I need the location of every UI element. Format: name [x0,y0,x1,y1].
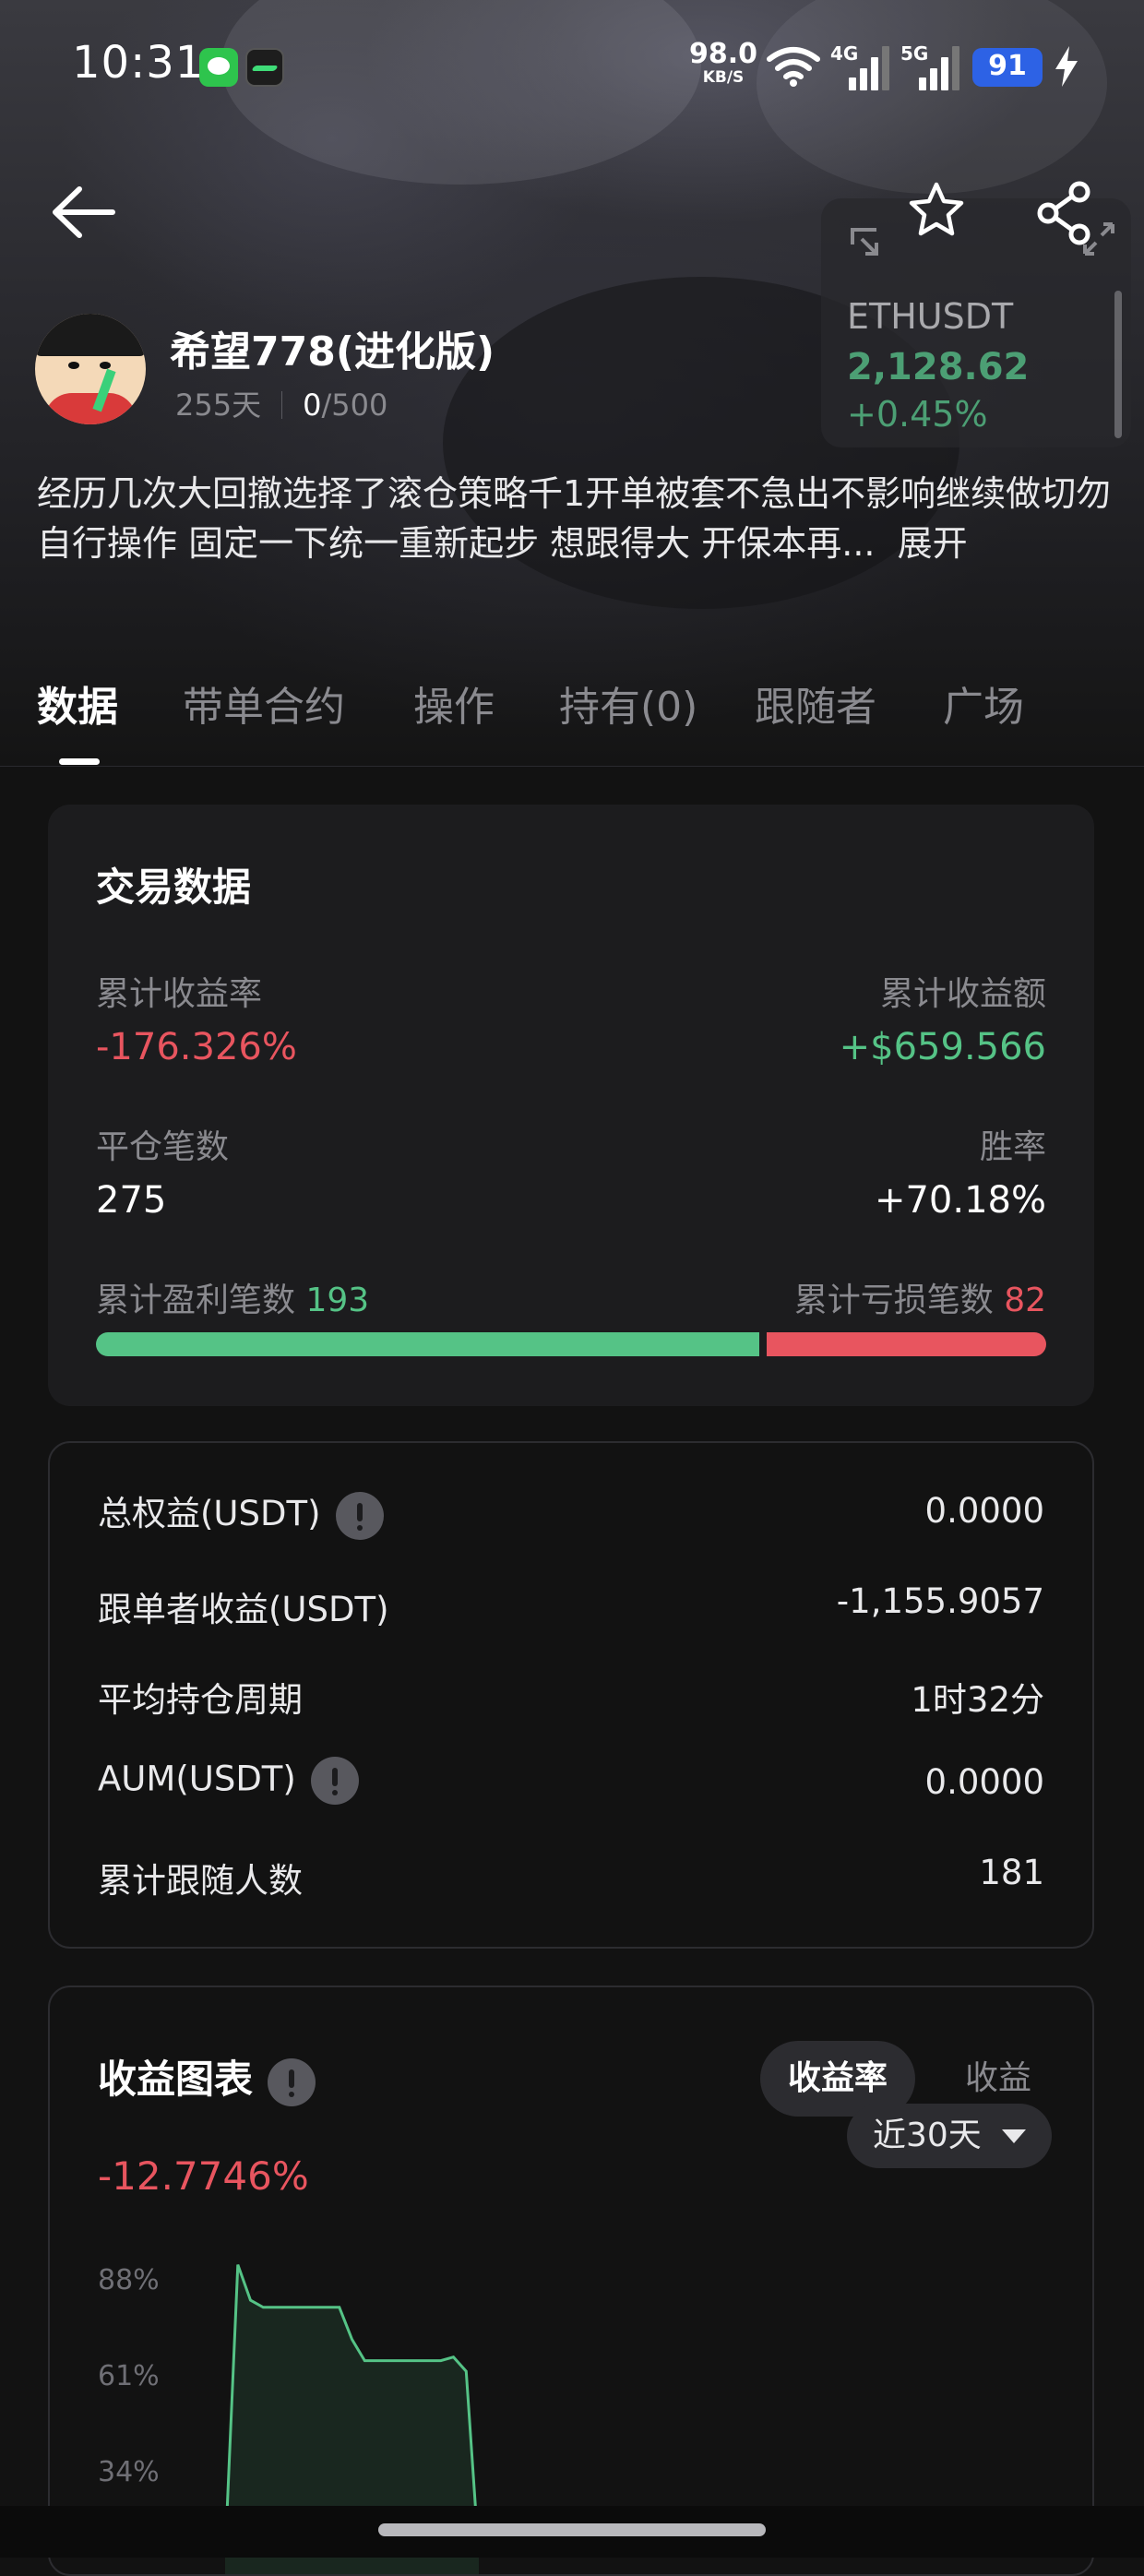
stat-label-text: 平均持仓周期 [98,1680,303,1720]
tab-square[interactable]: 广场 [943,674,1024,733]
network-speed: 98.0 KB/S [686,41,760,86]
profit-count-value: 193 [305,1282,369,1319]
stat-value: 181 [979,1853,1044,1892]
stat-label: 跟单者收益(USDT) [98,1581,389,1631]
stat-label: 平均持仓周期 [98,1672,303,1722]
profit-count: 累计盈利笔数 193 [96,1273,369,1321]
win-rate-label: 胜率 [980,1120,1046,1168]
trader-meta: 255天 0/500 [175,382,387,424]
closed-trades-value: 275 [96,1179,166,1222]
trade-data-title: 交易数据 [96,856,251,912]
cumulative-amount-value: +$659.566 [840,1026,1046,1068]
ticker-scrollbar [1114,291,1122,438]
stat-value: -1,155.9057 [837,1581,1044,1621]
trade-data-card: 交易数据 累计收益率 累计收益额 -176.326% +$659.566 平仓笔… [48,805,1094,1406]
profit-chart-plot [50,1987,1094,2576]
loss-portion [767,1332,1046,1356]
network-speed-unit: KB/S [686,70,760,86]
cellular-signal-icon: 4G [830,44,888,90]
signal-network-label: 4G [830,42,858,65]
bio-expand-link[interactable]: 展开 [898,523,968,564]
trading-days: 255天 [175,388,261,423]
stat-label-text: AUM(USDT) [98,1759,296,1799]
loss-count: 累计亏损笔数 82 [794,1273,1046,1321]
network-speed-value: 98.0 [686,41,760,68]
wechat-notification-icon [199,48,238,87]
home-indicator[interactable] [378,2523,766,2536]
minimize-window-icon[interactable] [849,226,884,261]
tab-operations[interactable]: 操作 [413,674,495,733]
share-icon[interactable] [1035,181,1096,245]
closed-trades-label: 平仓笔数 [96,1120,229,1168]
cumulative-rate-label: 累计收益率 [96,967,262,1015]
battery-level: 91 [972,50,1043,82]
wifi-icon [766,46,821,87]
charging-bolt-icon [1054,46,1079,87]
win-loss-ratio-bar [96,1332,1046,1356]
stat-label-text: 跟单者收益(USDT) [98,1590,389,1629]
profile-tabs: 数据 带单合约 操作 持有(0) 跟随者 广场 [0,674,1144,767]
stat-value: 0.0000 [925,1762,1044,1802]
ticker-price: 2,128.62 [847,346,1029,388]
cellular-signal-icon: 5G [900,44,958,90]
info-icon[interactable] [311,1757,359,1805]
followers-current: 0 [303,388,321,423]
win-rate-value: +70.18% [875,1179,1046,1222]
info-icon[interactable] [336,1492,384,1540]
stat-label-text: 累计跟随人数 [98,1861,303,1901]
stat-label-text: 总权益(USDT) [98,1494,321,1533]
stat-value: 0.0000 [925,1491,1044,1531]
app-notification-icon [245,48,284,87]
avatar[interactable] [35,314,146,424]
battery-icon: 91 [972,48,1043,87]
tab-lead-contracts[interactable]: 带单合约 [183,674,345,733]
stat-value: 1时32分 [911,1672,1044,1722]
tab-data[interactable]: 数据 [37,674,118,733]
profit-count-label: 累计盈利笔数 [96,1282,295,1319]
stat-label: 累计跟随人数 [98,1853,303,1902]
tab-followers[interactable]: 跟随者 [755,674,876,733]
ticker-symbol: ETHUSDT [847,296,1013,337]
status-bar: 10:31 98.0 KB/S 4G 5G 91 [0,0,1144,138]
win-portion [96,1332,759,1356]
signal-network-label: 5G [900,42,928,65]
active-tab-indicator [59,758,100,765]
back-arrow-icon[interactable] [46,180,118,244]
trader-bio: 经历几次大回撤选择了滚仓策略千1开单被套不急出不影响继续做切勿自行操作 固定一下… [37,469,1116,568]
favorite-star-icon[interactable] [908,181,965,238]
status-time: 10:31 [72,37,204,89]
stat-label: AUM(USDT) [98,1757,359,1805]
account-stats-card: 总权益(USDT) 0.0000 跟单者收益(USDT) -1,155.9057 平均持… [48,1441,1094,1949]
loss-count-value: 82 [1004,1282,1046,1319]
ticker-change: +0.45% [847,394,988,435]
followers-max: /500 [321,388,387,423]
trader-name: 希望778(进化版) [170,318,495,377]
cumulative-rate-value: -176.326% [96,1026,297,1068]
cumulative-amount-label: 累计收益额 [880,967,1046,1015]
stat-label: 总权益(USDT) [98,1485,384,1540]
tab-holdings[interactable]: 持有(0) [559,674,697,733]
loss-count-label: 累计亏损笔数 [794,1282,994,1319]
profit-chart-card: 收益图表 收益率 收益 -12.7746% 近30天 88% 61% 34% [48,1986,1094,2576]
